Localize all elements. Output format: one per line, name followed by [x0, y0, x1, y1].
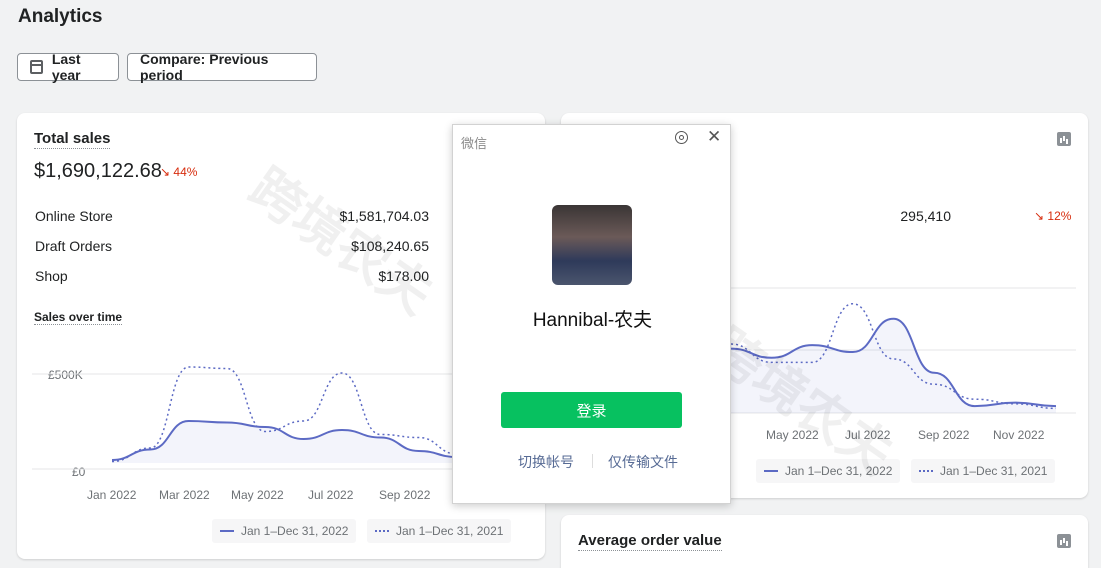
breakdown-value: $178.00 — [378, 268, 429, 284]
decrease-arrow-icon: ↘ — [160, 165, 171, 179]
sales-over-time-title[interactable]: Sales over time — [34, 310, 123, 325]
metric-value: 295,410 — [900, 208, 951, 224]
calendar-icon — [30, 60, 43, 74]
x-tick-label: Jul 2022 — [308, 488, 354, 502]
solid-line-icon — [764, 470, 778, 472]
legend-label: Jan 1–Dec 31, 2021 — [940, 464, 1048, 478]
compare-button[interactable]: Compare: Previous period — [127, 51, 317, 83]
wechat-login-dialog: 微信 ✕ Hannibal-农夫 登录 切换帐号 仅传输文件 — [452, 124, 731, 504]
breakdown-label: Shop — [35, 268, 68, 284]
divider — [592, 454, 593, 468]
date-range-label: Last year — [51, 51, 81, 83]
bar-chart-icon[interactable] — [1057, 534, 1071, 548]
total-sales-value: $1,690,122.68 — [34, 160, 162, 182]
x-tick-label: Sep 2022 — [379, 488, 431, 502]
breakdown-label: Draft Orders — [35, 238, 113, 254]
x-tick-label: Jan 2022 — [87, 488, 137, 502]
metric-change: ↘ 12% — [1034, 209, 1071, 223]
total-sales-change: ↘ 44% — [160, 165, 197, 179]
decrease-arrow-icon: ↘ — [1034, 209, 1045, 223]
series-area — [731, 318, 1056, 413]
x-tick-label: Nov 2022 — [993, 428, 1045, 442]
x-tick-label: Jul 2022 — [845, 428, 891, 442]
legend-previous[interactable]: Jan 1–Dec 31, 2021 — [911, 459, 1056, 483]
legend-label: Jan 1–Dec 31, 2022 — [785, 464, 893, 478]
switch-account-link[interactable]: 切换帐号 — [518, 452, 574, 472]
account-name: Hannibal-农夫 — [532, 310, 653, 331]
legend-label: Jan 1–Dec 31, 2022 — [241, 524, 349, 538]
breakdown-value: $108,240.65 — [351, 238, 429, 254]
total-sales-title[interactable]: Total sales — [34, 130, 111, 149]
x-tick-label: Mar 2022 — [159, 488, 210, 502]
average-order-value-card: Average order value — [561, 515, 1088, 568]
avatar — [552, 205, 632, 285]
bar-chart-icon[interactable] — [1057, 132, 1071, 146]
x-tick-label: May 2022 — [231, 488, 284, 502]
legend-current[interactable]: Jan 1–Dec 31, 2022 — [212, 519, 357, 543]
legend-label: Jan 1–Dec 31, 2021 — [396, 524, 504, 538]
breakdown-value: $1,581,704.03 — [339, 208, 429, 224]
login-button[interactable]: 登录 — [501, 392, 682, 428]
dotted-line-icon — [919, 470, 933, 472]
legend-previous[interactable]: Jan 1–Dec 31, 2021 — [367, 519, 512, 543]
legend-current[interactable]: Jan 1–Dec 31, 2022 — [756, 459, 901, 483]
change-percent: 44% — [173, 165, 198, 179]
transfer-files-link[interactable]: 仅传输文件 — [608, 452, 678, 472]
compare-label: Compare: Previous period — [140, 51, 269, 83]
aov-title[interactable]: Average order value — [578, 532, 722, 551]
dotted-line-icon — [375, 530, 389, 532]
settings-icon[interactable] — [675, 131, 688, 144]
change-percent: 12% — [1047, 209, 1072, 223]
date-range-button[interactable]: Last year — [17, 51, 119, 83]
x-tick-label: Sep 2022 — [918, 428, 970, 442]
x-tick-label: May 2022 — [766, 428, 819, 442]
close-icon[interactable]: ✕ — [707, 127, 721, 147]
breakdown-label: Online Store — [35, 208, 113, 224]
wechat-title: 微信 — [461, 136, 488, 151]
page-title: Analytics — [18, 6, 103, 27]
solid-line-icon — [220, 530, 234, 532]
